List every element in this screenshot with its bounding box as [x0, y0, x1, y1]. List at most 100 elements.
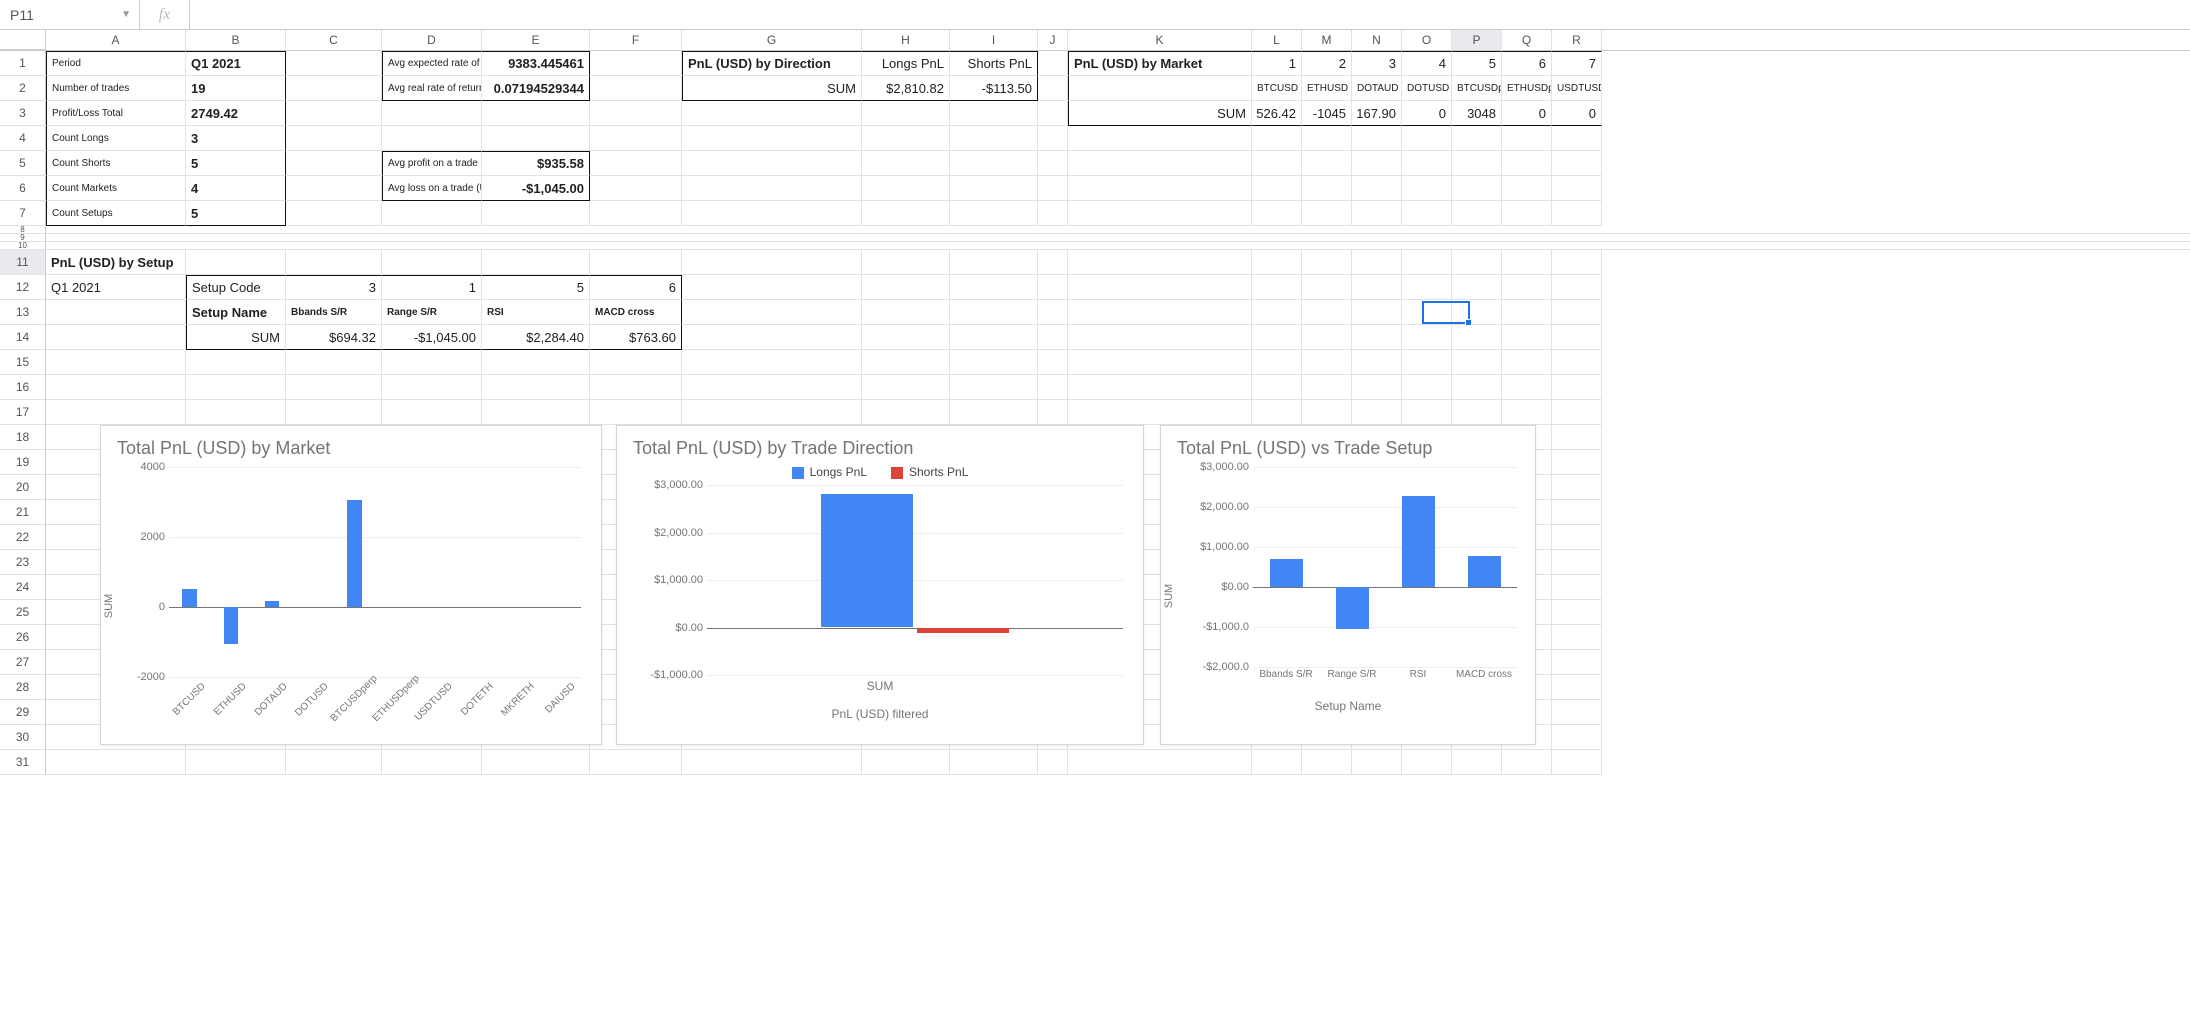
- cell[interactable]: 4: [1402, 51, 1452, 76]
- cell[interactable]: [286, 76, 382, 101]
- name-box[interactable]: P11 ▼: [0, 0, 140, 29]
- cell[interactable]: [1402, 350, 1452, 375]
- cell[interactable]: 0: [1402, 101, 1452, 126]
- cell[interactable]: [1552, 650, 1602, 675]
- cell[interactable]: -$1,045.00: [482, 176, 590, 201]
- cell[interactable]: [1552, 151, 1602, 176]
- cell[interactable]: [1252, 750, 1302, 775]
- cell[interactable]: [1302, 325, 1352, 350]
- cell[interactable]: -$113.50: [950, 76, 1038, 101]
- cell[interactable]: [1452, 750, 1502, 775]
- cell[interactable]: [1068, 250, 1252, 275]
- cell[interactable]: 1: [382, 275, 482, 300]
- col-header-f[interactable]: F: [590, 30, 682, 50]
- cell[interactable]: Avg loss on a trade (USD): [382, 176, 482, 201]
- cell[interactable]: $694.32: [286, 325, 382, 350]
- cell[interactable]: [950, 176, 1038, 201]
- cell[interactable]: $935.58: [482, 151, 590, 176]
- cell[interactable]: Count Markets: [46, 176, 186, 201]
- cell[interactable]: [1402, 151, 1452, 176]
- cell[interactable]: [1038, 51, 1068, 76]
- cell[interactable]: [1068, 375, 1252, 400]
- cell[interactable]: [1552, 725, 1602, 750]
- cell[interactable]: [682, 350, 862, 375]
- cell[interactable]: [1352, 325, 1402, 350]
- cell[interactable]: BTCUSDpe: [1452, 76, 1502, 101]
- row-header[interactable]: 20: [0, 475, 46, 500]
- cell[interactable]: -$1,045.00: [382, 325, 482, 350]
- cell[interactable]: [950, 375, 1038, 400]
- cell[interactable]: [590, 101, 682, 126]
- col-header-a[interactable]: A: [46, 30, 186, 50]
- cell[interactable]: [46, 375, 186, 400]
- cell[interactable]: [1452, 325, 1502, 350]
- col-header-i[interactable]: I: [950, 30, 1038, 50]
- cell[interactable]: [682, 101, 862, 126]
- cell[interactable]: [1252, 350, 1302, 375]
- cell[interactable]: [1452, 300, 1502, 325]
- cell[interactable]: Count Longs: [46, 126, 186, 151]
- cell[interactable]: [1352, 750, 1402, 775]
- cell[interactable]: [682, 250, 862, 275]
- cell[interactable]: [682, 300, 862, 325]
- cell[interactable]: [1302, 250, 1352, 275]
- row-header[interactable]: 6: [0, 176, 46, 201]
- cell[interactable]: [950, 350, 1038, 375]
- cell[interactable]: Shorts PnL: [950, 51, 1038, 76]
- row-header[interactable]: 25: [0, 600, 46, 625]
- cell[interactable]: [590, 400, 682, 425]
- cell[interactable]: [46, 325, 186, 350]
- cell[interactable]: 19: [186, 76, 286, 101]
- cell[interactable]: [1352, 176, 1402, 201]
- cell[interactable]: [1352, 126, 1402, 151]
- cell[interactable]: [1552, 250, 1602, 275]
- cell[interactable]: [46, 350, 186, 375]
- cell[interactable]: [1302, 300, 1352, 325]
- row-header[interactable]: 11: [0, 250, 46, 275]
- cell[interactable]: [950, 250, 1038, 275]
- row-header[interactable]: 16: [0, 375, 46, 400]
- cell[interactable]: Period: [46, 51, 186, 76]
- cell[interactable]: [682, 151, 862, 176]
- cell[interactable]: [1352, 375, 1402, 400]
- cell[interactable]: [950, 300, 1038, 325]
- cell[interactable]: [1452, 375, 1502, 400]
- row-header[interactable]: 14: [0, 325, 46, 350]
- cell[interactable]: [482, 250, 590, 275]
- cell[interactable]: 5: [186, 201, 286, 226]
- row-header[interactable]: 15: [0, 350, 46, 375]
- cell[interactable]: [1352, 400, 1402, 425]
- cell[interactable]: [286, 176, 382, 201]
- cell[interactable]: [950, 126, 1038, 151]
- cell[interactable]: [1552, 400, 1602, 425]
- cell[interactable]: RSI: [482, 300, 590, 325]
- row-header[interactable]: 5: [0, 151, 46, 176]
- cell[interactable]: [862, 275, 950, 300]
- cell[interactable]: [1352, 275, 1402, 300]
- cell[interactable]: Setup Name: [186, 300, 286, 325]
- cell[interactable]: [590, 375, 682, 400]
- cell[interactable]: 0: [1552, 101, 1602, 126]
- cell[interactable]: [1068, 126, 1252, 151]
- cell[interactable]: [1402, 126, 1452, 151]
- cell[interactable]: [1252, 250, 1302, 275]
- row-header[interactable]: 10: [0, 242, 46, 250]
- cell[interactable]: [1252, 275, 1302, 300]
- cell[interactable]: [1502, 201, 1552, 226]
- cell[interactable]: [682, 750, 862, 775]
- cell[interactable]: DOTAUD: [1352, 76, 1402, 101]
- cell[interactable]: [862, 375, 950, 400]
- cell[interactable]: Avg profit on a trade (USD): [382, 151, 482, 176]
- cell[interactable]: [682, 400, 862, 425]
- cell[interactable]: [1038, 250, 1068, 275]
- cell[interactable]: [1502, 750, 1552, 775]
- cell[interactable]: PnL (USD) by Direction: [682, 51, 862, 76]
- cell[interactable]: [1038, 300, 1068, 325]
- row-header[interactable]: 27: [0, 650, 46, 675]
- cell[interactable]: [382, 350, 482, 375]
- row-header[interactable]: 1: [0, 51, 46, 76]
- cell[interactable]: Count Shorts: [46, 151, 186, 176]
- row-header[interactable]: 2: [0, 76, 46, 101]
- row-header[interactable]: 12: [0, 275, 46, 300]
- cell[interactable]: [1038, 101, 1068, 126]
